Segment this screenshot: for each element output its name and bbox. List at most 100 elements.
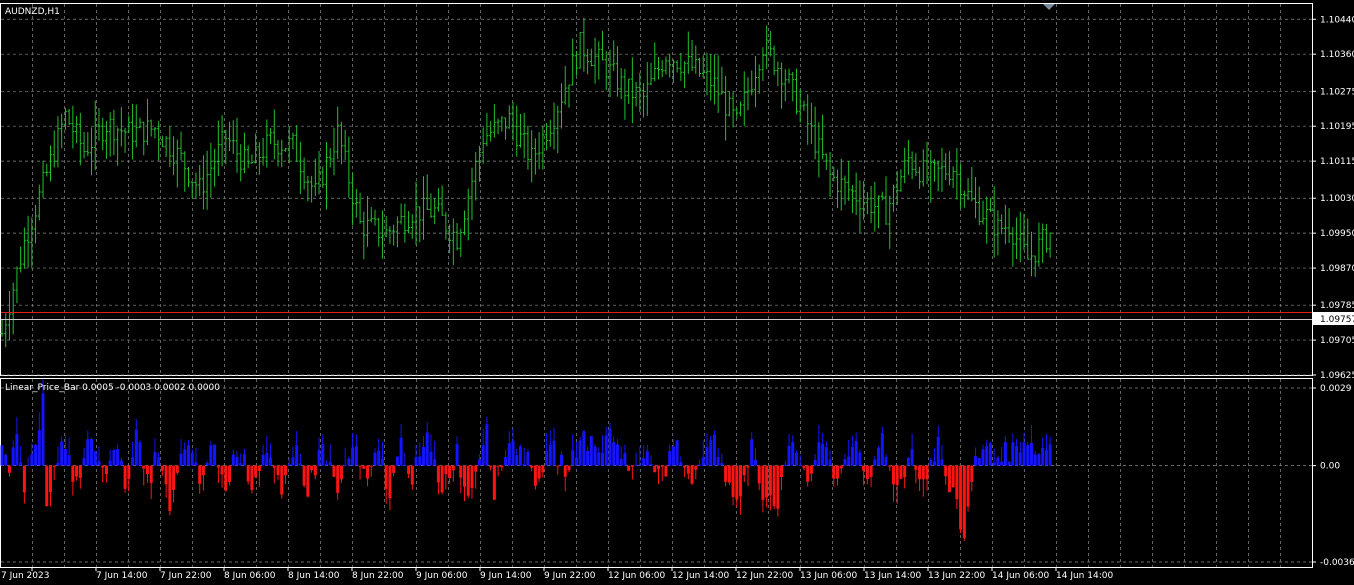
indicator-bar <box>71 465 75 482</box>
indicator-bar <box>142 465 146 469</box>
price-tick-label: 1.10440 <box>1320 15 1354 25</box>
time-tick-label: 13 Jun 06:00 <box>800 571 857 581</box>
indicator-bar <box>306 465 310 497</box>
indicator-bar <box>615 444 619 466</box>
indicator-bar <box>567 465 571 471</box>
time-tick-label: 8 Jun 14:00 <box>288 571 340 581</box>
indicator-bar <box>630 465 634 467</box>
indicator-bar <box>1018 452 1022 466</box>
indicator-bar <box>634 464 638 466</box>
indicator-bar <box>459 465 463 478</box>
indicator-bar <box>742 465 746 476</box>
indicator-bar <box>377 450 381 466</box>
indicator-bar <box>895 465 899 486</box>
indicator-bar <box>877 447 881 466</box>
indicator-bar <box>683 465 687 468</box>
indicator-bar <box>436 465 440 483</box>
indicator-bar <box>750 439 754 466</box>
indicator-bar <box>701 457 705 466</box>
indicator-bar <box>11 447 15 466</box>
indicator-bar <box>373 452 377 466</box>
indicator-bar <box>407 465 411 474</box>
indicator-bar <box>873 459 877 466</box>
indicator-bar <box>496 465 500 467</box>
indicator-bar <box>556 465 560 467</box>
indicator-bar <box>698 464 702 466</box>
price-tick-label: 1.10195 <box>1320 122 1354 132</box>
indicator-bar <box>918 465 922 480</box>
indicator-bar <box>776 465 780 509</box>
indicator-bar <box>220 465 224 475</box>
indicator-bar <box>75 465 79 477</box>
indicator-bar <box>705 446 709 466</box>
indicator-bar <box>571 450 575 466</box>
indicator-bar <box>351 447 355 466</box>
indicator-bar <box>474 465 478 472</box>
indicator-bar <box>884 456 888 466</box>
indicator-bar <box>768 465 772 496</box>
indicator-bar <box>951 465 955 488</box>
indicator-bar <box>1015 445 1019 466</box>
indicator-bar <box>582 431 586 466</box>
indicator-bar <box>824 447 828 466</box>
indicator-bar <box>257 465 261 472</box>
indicator-bar <box>119 460 123 466</box>
price-tick-label: 1.09705 <box>1320 336 1354 346</box>
indicator-bar <box>34 444 38 466</box>
indicator-bar <box>903 465 907 478</box>
indicator-bar <box>515 455 519 466</box>
indicator-bar <box>280 465 284 495</box>
price-tick-label: 1.10360 <box>1320 50 1354 60</box>
indicator-bar <box>757 465 761 484</box>
price-tick-label: 1.10115 <box>1320 157 1354 167</box>
indicator-bar <box>153 452 157 466</box>
indicator-bar <box>15 434 19 466</box>
indicator-bar <box>966 465 970 507</box>
price-tick-label: 1.09950 <box>1320 229 1354 239</box>
indicator-bar <box>138 442 142 466</box>
indicator-bar <box>586 451 590 466</box>
time-tick-label: 8 Jun 22:00 <box>352 571 404 581</box>
indicator-bar <box>724 465 728 482</box>
indicator-bar <box>794 452 798 466</box>
indicator-bar <box>313 465 317 476</box>
indicator-bar <box>429 451 433 466</box>
indicator-bar <box>671 446 675 466</box>
indicator-bar <box>26 464 30 466</box>
indicator-bar <box>865 465 869 480</box>
indicator-bar <box>440 465 444 493</box>
indicator-bar <box>283 465 287 476</box>
indicator-bar <box>612 442 616 466</box>
indicator-bar <box>690 465 694 484</box>
indicator-bar <box>970 465 974 482</box>
indicator-bar <box>959 465 963 530</box>
indicator-bar <box>832 465 836 479</box>
time-tick-label: 12 Jun 22:00 <box>736 571 793 581</box>
price-tick-label: 1.09870 <box>1320 264 1354 274</box>
indicator-bar <box>205 462 209 466</box>
indicator-bar <box>201 465 205 476</box>
indicator-bar <box>384 465 388 489</box>
indicator-bar <box>1041 447 1045 466</box>
indicator-bar <box>369 465 373 467</box>
indicator-bar <box>664 465 668 477</box>
indicator-bar <box>86 439 90 466</box>
indicator-bar <box>653 465 657 473</box>
indicator-bar <box>63 448 67 466</box>
time-tick-label: 13 Jun 14:00 <box>864 571 921 581</box>
indicator-bar <box>310 465 314 471</box>
indicator-bar <box>90 439 94 466</box>
indicator-bar <box>302 465 306 486</box>
indicator-bar <box>37 430 41 466</box>
indicator-bar <box>656 465 660 470</box>
indicator-bar <box>921 465 925 480</box>
indicator-bar <box>354 446 358 466</box>
indicator-tick-label: 0.0029 <box>1320 384 1352 394</box>
indicator-bar <box>511 440 515 466</box>
price-tick-label: 1.09785 <box>1320 301 1354 311</box>
indicator-bar <box>668 451 672 466</box>
indicator-tick-label: -0.0036 <box>1320 558 1354 568</box>
price-tick-label: 1.10275 <box>1320 87 1354 97</box>
indicator-bar <box>209 445 213 466</box>
indicator-bar <box>52 465 56 467</box>
